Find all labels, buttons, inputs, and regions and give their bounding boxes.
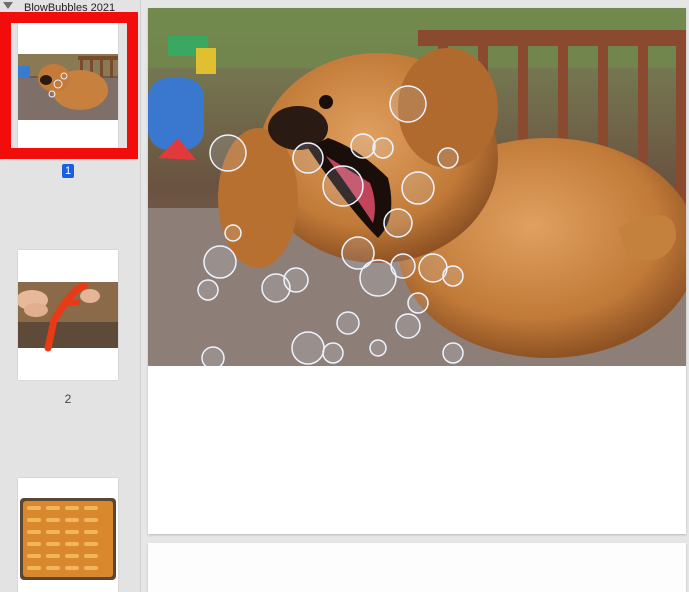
disclosure-triangle-icon[interactable]	[3, 2, 13, 9]
document-name: BlowBubbles 2021	[24, 2, 116, 14]
dog-bubbles-photo-icon	[148, 8, 686, 366]
page-1	[148, 8, 686, 534]
dog-bubbles-thumbnail-icon	[18, 22, 118, 152]
page-2-preview	[148, 543, 686, 592]
page-thumbnail-1[interactable]	[18, 22, 118, 152]
page-thumbnail-2[interactable]	[16, 250, 118, 380]
bone-treat-tray-thumbnail-icon	[18, 478, 118, 592]
document-view[interactable]	[141, 0, 689, 592]
page-number-badge-1: 1	[62, 164, 74, 178]
page-thumbnail-3[interactable]	[18, 478, 118, 592]
hand-rope-toy-thumbnail-icon	[16, 250, 118, 380]
document-header[interactable]: BlowBubbles 2021	[0, 0, 140, 16]
thumbnail-sidebar: BlowBubbles 2021 1 2	[0, 0, 141, 592]
page-number-2: 2	[64, 392, 72, 406]
